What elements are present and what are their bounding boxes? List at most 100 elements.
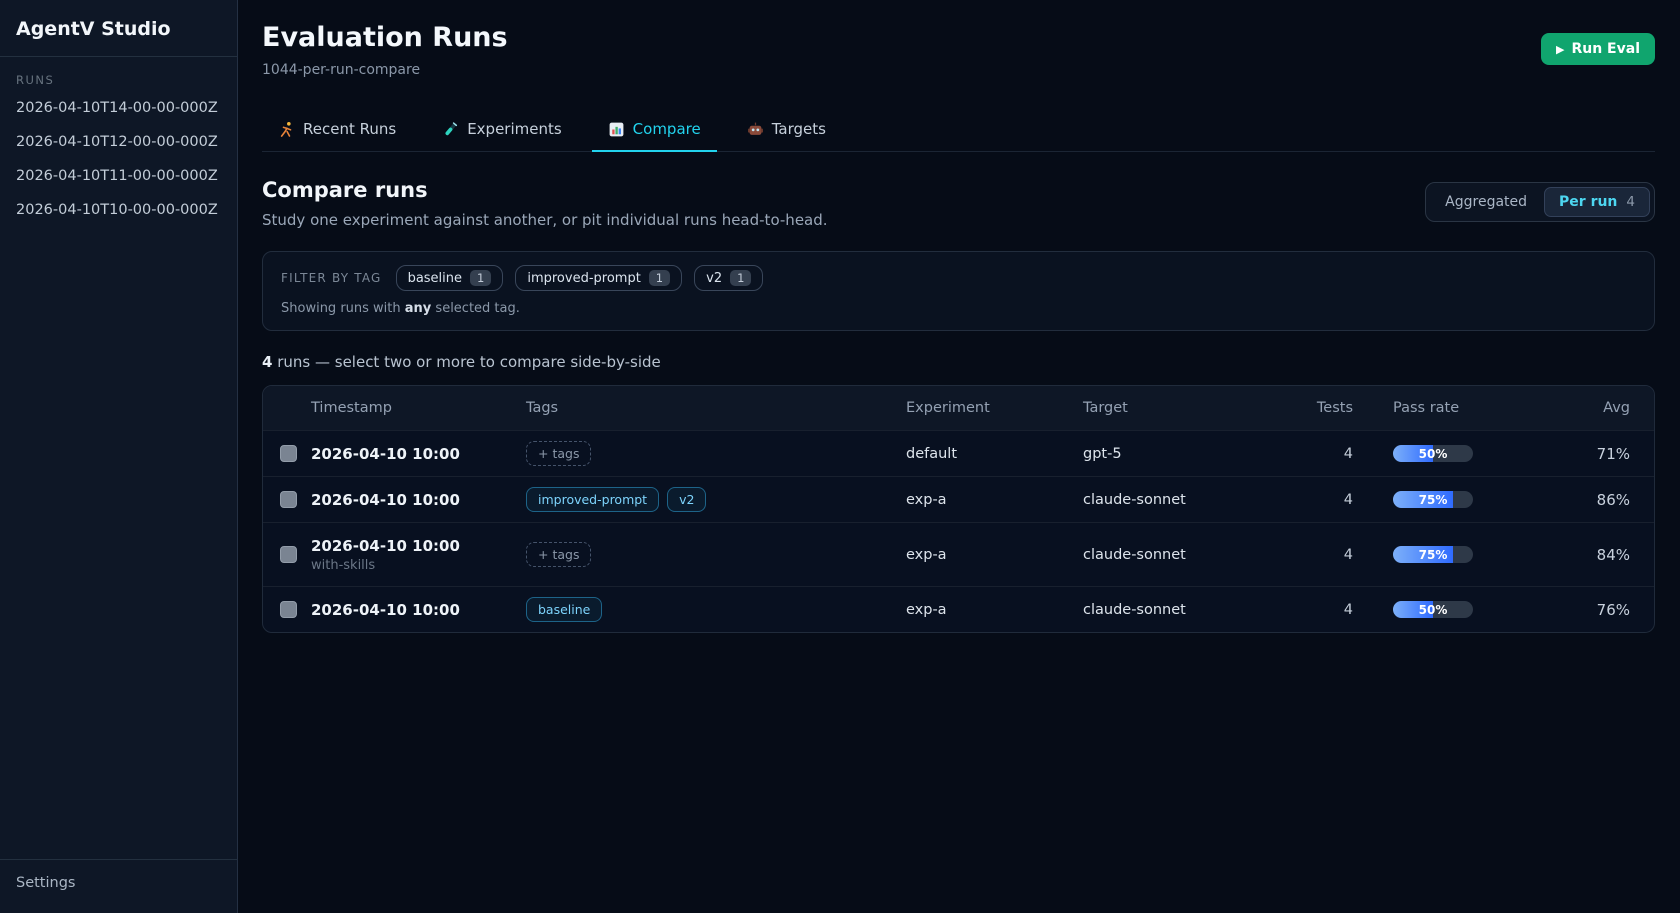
run-experiment: exp-a (906, 602, 1083, 618)
view-mode-toggle: Aggregated Per run 4 (1425, 182, 1655, 222)
run-target: claude-sonnet (1083, 492, 1286, 508)
run-tests: 4 (1286, 446, 1363, 462)
test-tube-icon (442, 121, 459, 138)
row-select-checkbox[interactable] (280, 491, 297, 508)
sidebar-run-item[interactable]: 2026-04-10T11-00-00-000Z (0, 159, 237, 193)
filter-note: Showing runs with any selected tag. (281, 301, 1636, 316)
filter-tag-count: 1 (730, 270, 751, 286)
run-experiment: exp-a (906, 547, 1083, 563)
runs-summary: 4 runs — select two or more to compare s… (262, 353, 1655, 371)
pass-rate-label: 50% (1393, 601, 1473, 618)
tab-label: Compare (633, 120, 701, 138)
run-tests: 4 (1286, 602, 1363, 618)
pass-rate-label: 50% (1393, 445, 1473, 462)
row-select-checkbox[interactable] (280, 601, 297, 618)
run-experiment: exp-a (906, 492, 1083, 508)
run-subtitle: with-skills (311, 558, 516, 573)
run-eval-button[interactable]: ▶ Run Eval (1541, 33, 1655, 65)
pass-rate-bar: 75% (1393, 491, 1473, 508)
column-header-experiment: Experiment (906, 400, 1083, 416)
run-experiment: default (906, 446, 1083, 462)
tag-pill[interactable]: improved-prompt (526, 487, 659, 512)
run-tests: 4 (1286, 547, 1363, 563)
filter-tag-v2[interactable]: v2 1 (694, 265, 763, 291)
run-timestamp: 2026-04-10 10:00 (311, 445, 526, 463)
tab-label: Experiments (467, 120, 561, 138)
add-tags-button[interactable]: + tags (526, 441, 591, 466)
sidebar-run-item[interactable]: 2026-04-10T10-00-00-000Z (0, 193, 237, 227)
tab-label: Targets (772, 120, 826, 138)
filter-tag-baseline[interactable]: baseline 1 (396, 265, 504, 291)
row-select-checkbox[interactable] (280, 546, 297, 563)
filter-tag-improved-prompt[interactable]: improved-prompt 1 (515, 265, 682, 291)
run-timestamp: 2026-04-10 10:00 with-skills (311, 537, 526, 573)
compare-section-header: Compare runs Study one experiment agains… (262, 178, 1655, 229)
run-eval-label: Run Eval (1571, 41, 1640, 57)
run-target: gpt-5 (1083, 446, 1286, 462)
run-target: claude-sonnet (1083, 547, 1286, 563)
runs-table: Timestamp Tags Experiment Target Tests P… (262, 385, 1655, 633)
robot-icon (747, 121, 764, 138)
column-header-target: Target (1083, 400, 1286, 416)
run-timestamp: 2026-04-10 10:00 (311, 601, 526, 619)
toggle-per-run-label: Per run (1559, 194, 1617, 210)
page-header: Evaluation Runs 1044-per-run-compare ▶ R… (262, 22, 1655, 78)
run-timestamp: 2026-04-10 10:00 (311, 491, 526, 509)
sidebar: AgentV Studio RUNS 2026-04-10T14-00-00-0… (0, 0, 238, 913)
tab-targets[interactable]: Targets (731, 110, 842, 152)
filter-label: FILTER BY TAG (281, 271, 382, 285)
table-row[interactable]: 2026-04-10 10:00 improved-prompt v2 exp-… (263, 476, 1654, 522)
page-subtitle: 1044-per-run-compare (262, 62, 508, 78)
run-avg: 76% (1475, 601, 1654, 619)
filter-by-tag-card: FILTER BY TAG baseline 1 improved-prompt… (262, 251, 1655, 331)
main-content: Evaluation Runs 1044-per-run-compare ▶ R… (238, 0, 1680, 913)
add-tags-button[interactable]: + tags (526, 542, 591, 567)
run-target: claude-sonnet (1083, 602, 1286, 618)
run-tests: 4 (1286, 492, 1363, 508)
pass-rate-bar: 50% (1393, 445, 1473, 462)
tag-pill[interactable]: v2 (667, 487, 706, 512)
table-row[interactable]: 2026-04-10 10:00 + tags default gpt-5 4 … (263, 430, 1654, 476)
table-row[interactable]: 2026-04-10 10:00 baseline exp-a claude-s… (263, 586, 1654, 632)
filter-tag-name: v2 (706, 271, 722, 286)
filter-tag-name: improved-prompt (527, 271, 640, 286)
column-header-timestamp: Timestamp (311, 400, 526, 416)
table-row[interactable]: 2026-04-10 10:00 with-skills + tags exp-… (263, 522, 1654, 586)
compare-heading: Compare runs (262, 178, 828, 202)
tab-experiments[interactable]: Experiments (426, 110, 577, 152)
runner-icon (278, 121, 295, 138)
tag-pill[interactable]: baseline (526, 597, 602, 622)
pass-rate-label: 75% (1393, 546, 1473, 563)
pass-rate-bar: 50% (1393, 601, 1473, 618)
row-select-checkbox[interactable] (280, 445, 297, 462)
column-header-tests: Tests (1286, 400, 1363, 416)
sidebar-runs-section-label: RUNS (0, 57, 237, 91)
bar-chart-icon (608, 121, 625, 138)
sidebar-item-settings[interactable]: Settings (0, 859, 237, 913)
tab-compare[interactable]: Compare (592, 110, 717, 152)
tab-recent-runs[interactable]: Recent Runs (262, 110, 412, 152)
toggle-per-run-count: 4 (1626, 194, 1635, 210)
play-icon: ▶ (1556, 43, 1564, 56)
toggle-per-run[interactable]: Per run 4 (1544, 187, 1650, 217)
filter-tag-count: 1 (470, 270, 491, 286)
pass-rate-bar: 75% (1393, 546, 1473, 563)
run-avg: 71% (1475, 445, 1654, 463)
compare-description: Study one experiment against another, or… (262, 211, 828, 229)
column-header-pass-rate: Pass rate (1363, 400, 1475, 416)
sidebar-run-item[interactable]: 2026-04-10T14-00-00-000Z (0, 91, 237, 125)
runs-count: 4 (262, 353, 272, 371)
sidebar-run-item[interactable]: 2026-04-10T12-00-00-000Z (0, 125, 237, 159)
column-header-avg: Avg (1475, 400, 1654, 416)
column-header-tags: Tags (526, 400, 906, 416)
run-avg: 86% (1475, 491, 1654, 509)
app-brand: AgentV Studio (0, 0, 237, 56)
table-header-row: Timestamp Tags Experiment Target Tests P… (263, 386, 1654, 430)
toggle-aggregated-label: Aggregated (1445, 194, 1527, 210)
toggle-aggregated[interactable]: Aggregated (1430, 187, 1542, 217)
filter-tag-name: baseline (408, 271, 462, 286)
tab-label: Recent Runs (303, 120, 396, 138)
filter-tag-count: 1 (649, 270, 670, 286)
filter-note-emphasis: any (405, 301, 432, 316)
sidebar-spacer (0, 227, 237, 859)
